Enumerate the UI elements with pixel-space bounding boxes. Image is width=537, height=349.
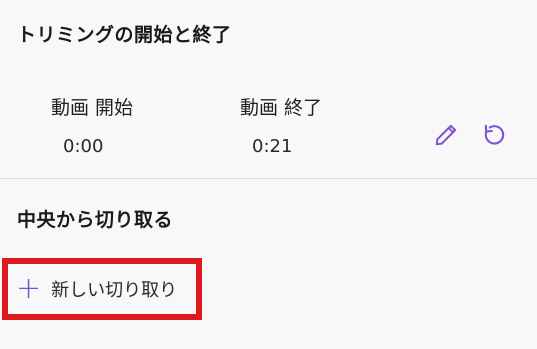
pencil-icon: [435, 124, 457, 146]
section-divider: [0, 178, 537, 179]
video-end-label: 動画 終了: [240, 97, 323, 119]
video-start-value[interactable]: 0:00: [63, 136, 133, 157]
new-cut-label: 新しい切り取り: [51, 280, 178, 301]
trim-section-title: トリミングの開始と終了: [17, 24, 232, 46]
plus-icon: +: [16, 271, 42, 306]
cut-section-title: 中央から切り取る: [17, 209, 174, 231]
video-start-group: 動画 開始 0:00: [51, 93, 133, 157]
edit-trim-button[interactable]: [430, 119, 462, 151]
new-cut-button[interactable]: + 新しい切り取り: [2, 258, 202, 320]
video-start-label: 動画 開始: [51, 97, 134, 119]
video-end-value[interactable]: 0:21: [252, 136, 322, 157]
video-end-group: 動画 終了 0:21: [240, 93, 322, 157]
reset-trim-button[interactable]: [478, 119, 510, 151]
rotate-icon: [484, 124, 505, 145]
